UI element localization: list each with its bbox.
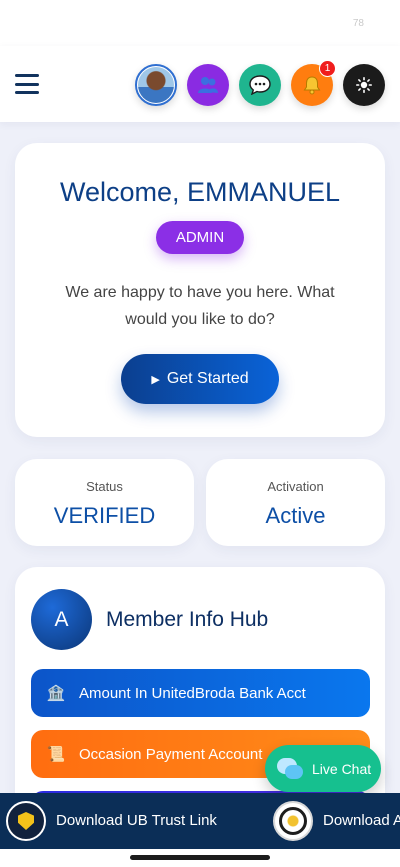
- status-bar-number: 78: [352, 18, 364, 29]
- bank-account-label: Amount In UnitedBroda Bank Acct: [79, 684, 306, 702]
- bank-icon: 🏦: [46, 685, 66, 702]
- sun-icon[interactable]: [343, 64, 385, 106]
- top-header: 1: [0, 46, 400, 122]
- chat-bubble-icon[interactable]: [239, 64, 281, 106]
- avatar-photo: [138, 67, 174, 103]
- ub-trustlink-logo: [6, 801, 46, 841]
- download-link-2[interactable]: Download A: [323, 812, 400, 829]
- bank-account-button[interactable]: 🏦 Amount In UnitedBroda Bank Acct: [31, 669, 370, 717]
- chat-bubbles-icon: [277, 757, 303, 780]
- users-icon[interactable]: [187, 64, 229, 106]
- status-bar: 78: [0, 0, 400, 46]
- welcome-card: Welcome, EMMANUEL ADMIN We are happy to …: [15, 143, 385, 437]
- status-card: Status VERIFIED: [15, 459, 194, 546]
- download-banner: Download UB Trust Link Download A: [0, 793, 400, 849]
- ubu-logo: [273, 801, 313, 841]
- get-started-label: Get Started: [166, 370, 249, 387]
- status-value: VERIFIED: [53, 503, 156, 528]
- welcome-message: We are happy to have you here. What woul…: [65, 284, 335, 328]
- user-avatar[interactable]: [135, 64, 177, 106]
- live-chat-label: Live Chat: [312, 760, 372, 777]
- hamburger-menu-icon[interactable]: [15, 74, 39, 94]
- download-link-1[interactable]: Download UB Trust Link: [56, 812, 217, 829]
- activation-value: Active: [265, 503, 326, 528]
- get-started-button[interactable]: ▶ Get Started: [121, 354, 279, 404]
- live-chat-button[interactable]: Live Chat: [265, 745, 381, 792]
- role-badge: ADMIN: [156, 221, 244, 254]
- notification-badge: 1: [319, 60, 336, 77]
- status-label: Status: [86, 479, 123, 494]
- activation-label: Activation: [267, 479, 324, 494]
- hub-avatar: A: [31, 589, 92, 650]
- home-indicator-area: [0, 849, 400, 867]
- activation-card: Activation Active: [206, 459, 385, 546]
- home-indicator[interactable]: [130, 855, 270, 860]
- occasion-payment-label: Occasion Payment Account: [79, 745, 263, 763]
- welcome-title: Welcome, EMMANUEL: [59, 177, 341, 207]
- hub-title: Member Info Hub: [106, 608, 269, 631]
- play-triangle-icon: ▶: [151, 373, 160, 386]
- scroll-icon: 📜: [46, 746, 66, 763]
